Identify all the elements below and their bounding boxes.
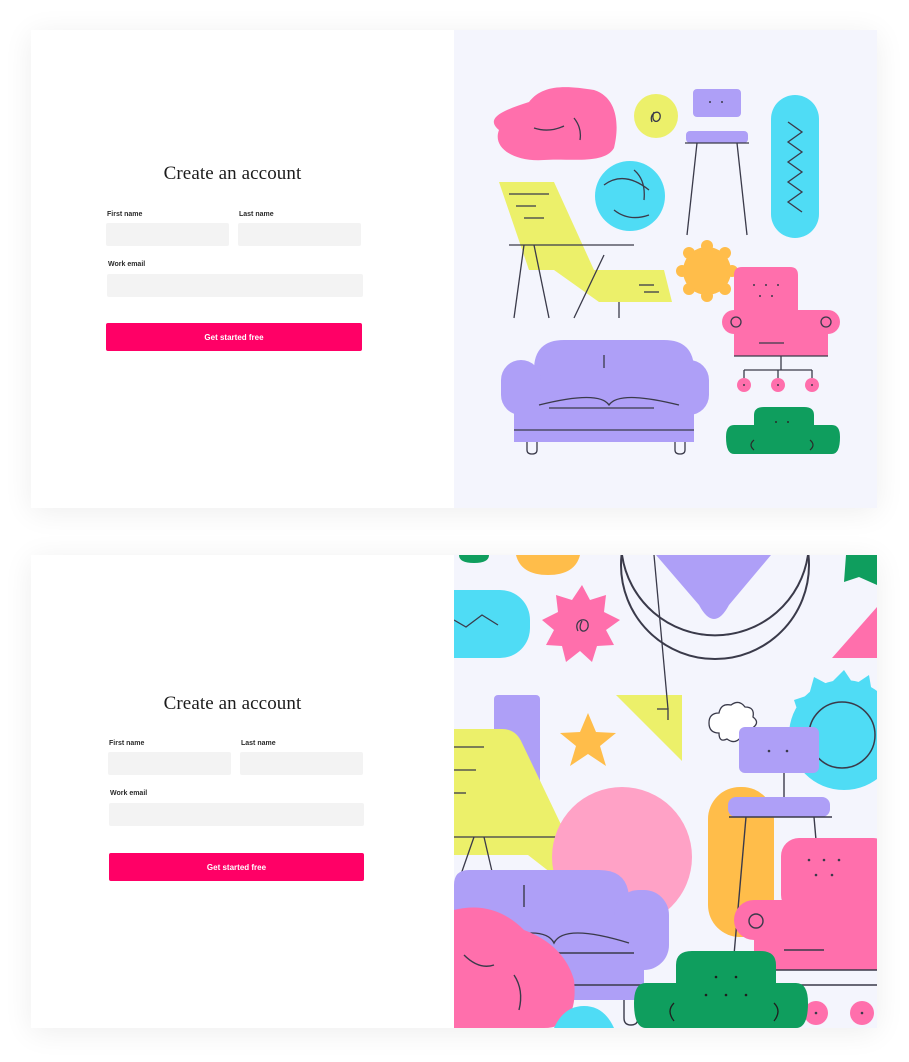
beanbag-icon [493, 87, 617, 161]
page-title: Create an account [163, 163, 302, 184]
orange-circle-icon [516, 555, 580, 575]
furniture-illustration [493, 87, 840, 455]
sofa-icon [501, 340, 709, 455]
zigzag-pill-icon [771, 95, 819, 238]
last-name-label: Last name [239, 211, 274, 218]
green-blob-icon [459, 555, 489, 563]
work-email-input[interactable] [107, 274, 363, 297]
swirl-burst-icon [542, 585, 620, 662]
ottoman-icon [726, 407, 840, 454]
signup-card-2: Create an account First name Last name W… [31, 555, 877, 1028]
get-started-button[interactable]: Get started free [109, 853, 364, 881]
green-triangle-icon [844, 555, 877, 585]
last-name-input[interactable] [238, 223, 361, 246]
bar-stool-icon [685, 89, 749, 236]
furniture-collage-illustration [454, 555, 877, 1028]
work-email-input[interactable] [109, 803, 364, 826]
arrow-icon [616, 555, 682, 761]
diamond-icon [656, 555, 771, 619]
first-name-label: First name [109, 740, 145, 747]
last-name-label: Last name [241, 740, 276, 747]
pink-triangle-icon [832, 607, 877, 658]
work-email-label: Work email [108, 261, 146, 268]
page-title: Create an account [163, 693, 302, 714]
signup-card-1: Create an account First name Last name W… [31, 30, 877, 508]
signup-form-1: Create an account First name Last name W… [31, 30, 454, 508]
office-chair-icon [722, 267, 840, 392]
star-icon [560, 713, 616, 766]
first-name-label: First name [107, 211, 143, 218]
get-started-button[interactable]: Get started free [106, 323, 362, 351]
illustration-panel-2 [454, 555, 877, 1028]
signup-form-2: Create an account First name Last name W… [31, 555, 454, 1028]
illustration-panel-1 [454, 30, 877, 508]
work-email-label: Work email [110, 790, 148, 797]
sunburst-icon [676, 240, 738, 302]
swirl-circle-icon [634, 94, 678, 138]
ball-icon [595, 161, 665, 231]
last-name-input[interactable] [240, 752, 363, 775]
first-name-input[interactable] [108, 752, 231, 775]
zigzag-pill-icon [454, 590, 530, 658]
first-name-input[interactable] [106, 223, 229, 246]
